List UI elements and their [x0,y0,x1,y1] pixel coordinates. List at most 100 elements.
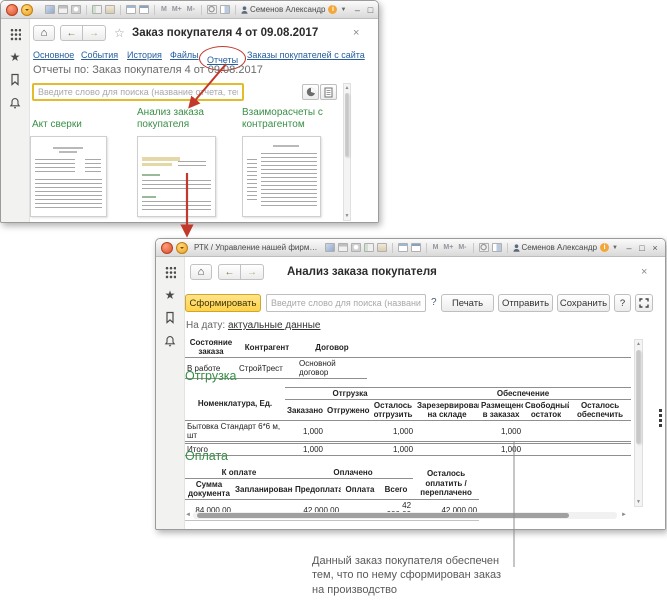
history-icon[interactable] [164,311,176,324]
tab-events[interactable]: События [81,50,118,60]
info-icon[interactable]: i [328,5,337,14]
calendar-icon[interactable] [411,243,421,252]
notifications-icon[interactable] [164,335,176,347]
generate-button[interactable]: Сформировать [185,294,261,312]
panels-icon[interactable] [220,5,230,14]
memory-add-button[interactable]: M+ [171,6,183,13]
list-view-button[interactable] [320,84,337,100]
report-search-input[interactable] [266,294,426,312]
menu-grid-icon[interactable] [165,266,176,279]
shipped-header: Отгружено [325,400,371,421]
report-thumbnail-analysis[interactable] [137,136,216,217]
separator [154,5,155,15]
user-name: Семенов Александр [250,5,326,14]
memory-add-button[interactable]: M+ [442,244,454,251]
memory-store-button[interactable]: M [160,6,168,13]
forward-button[interactable]: → [241,264,264,280]
print-preview-icon[interactable] [351,243,361,252]
reserved-header: Зарезервировано на складе [415,400,479,421]
minimize-button[interactable]: – [624,243,634,253]
app-menu-arrow-button[interactable] [176,242,188,254]
scroll-up-icon[interactable]: ▲ [344,85,350,91]
chart-view-button[interactable] [302,84,319,100]
ordered-header: Заказано [285,400,325,421]
on-date-link[interactable]: актуальные данные [228,320,320,331]
back-button[interactable]: ← [60,25,83,41]
zoom-icon[interactable] [207,5,217,14]
print-icon[interactable] [58,5,68,14]
print-preview-icon[interactable] [71,5,81,14]
hscrollbar-thumb[interactable] [197,513,569,518]
panel-splitter-handle[interactable] [659,409,662,427]
home-button[interactable]: ⌂ [33,25,55,41]
save-icon[interactable] [45,5,55,14]
history-nav: ← → [60,25,106,41]
tree-icon[interactable] [92,5,102,14]
save-icon[interactable] [325,243,335,252]
maximize-button[interactable]: □ [365,5,375,15]
window2-scrollbar[interactable]: ▲ ▼ [634,339,643,507]
reserved-total [415,443,479,456]
home-button[interactable]: ⌂ [190,264,212,280]
help-button[interactable]: ? [614,294,631,312]
scroll-down-icon[interactable]: ▼ [635,499,642,505]
report-link-settlements[interactable]: Взаиморасчеты с контрагентом [242,103,338,130]
close-button[interactable]: × [650,243,660,253]
info-icon[interactable]: i [600,243,609,252]
app-menu-button[interactable] [6,4,18,16]
back-button[interactable]: ← [218,264,241,280]
form-close-icon[interactable]: × [353,27,359,39]
menu-grid-icon[interactable] [10,28,21,41]
memory-subtract-button[interactable]: M- [457,244,467,251]
hscroll-right-icon[interactable]: ► [621,512,627,518]
app-menu-arrow-button[interactable] [21,4,33,16]
table-icon[interactable] [398,243,408,252]
chevron-down-icon[interactable]: ▼ [340,7,346,13]
table-icon[interactable] [126,5,136,14]
history-icon[interactable] [9,73,21,86]
report-link-act[interactable]: Акт сверки [32,103,124,130]
report-thumbnail-settlements[interactable] [242,136,321,217]
hscroll-left-icon[interactable]: ◄ [185,512,191,518]
maximize-button[interactable]: □ [637,243,647,253]
print-icon[interactable] [338,243,348,252]
calendar-icon[interactable] [139,5,149,14]
memory-subtract-button[interactable]: M- [186,6,196,13]
form-close-icon[interactable]: × [641,266,647,278]
notifications-icon[interactable] [9,97,21,109]
search-help-link[interactable]: ? [431,297,437,308]
tab-files[interactable]: Файлы [170,50,199,60]
send-button[interactable]: Отправить [498,294,553,312]
scrollbar-thumb[interactable] [345,93,349,157]
document-icon [324,87,333,98]
free-total [523,443,569,456]
search-input[interactable] [32,83,244,101]
tab-history[interactable]: История [127,50,162,60]
tab-main[interactable]: Основное [33,50,74,60]
mail-icon[interactable] [377,243,387,252]
report-link-analysis[interactable]: Анализ заказа покупателя [137,103,229,130]
mail-icon[interactable] [105,5,115,14]
favorites-icon[interactable]: ★ [10,52,21,62]
favorite-toggle-icon[interactable]: ☆ [114,26,125,40]
memory-store-button[interactable]: M [432,244,440,251]
tab-site-orders[interactable]: Заказы покупателей с сайта [247,50,365,60]
save-report-button[interactable]: Сохранить [557,294,610,312]
panels-icon[interactable] [492,243,502,252]
forward-button[interactable]: → [83,25,106,41]
print-button[interactable]: Печать [441,294,494,312]
scrollbar-thumb[interactable] [636,350,641,444]
scroll-up-icon[interactable]: ▲ [635,341,642,347]
report-thumbnail-act[interactable] [30,136,107,217]
zoom-icon[interactable] [479,243,489,252]
annotation-note: Данный заказ покупателя обеспечен тем, ч… [312,554,512,597]
favorites-icon[interactable]: ★ [165,290,176,300]
fullscreen-button[interactable] [635,294,653,312]
horizontal-scrollbar[interactable] [193,512,617,519]
window1-scrollbar[interactable]: ▲ ▼ [343,83,351,221]
tree-icon[interactable] [364,243,374,252]
scroll-down-icon[interactable]: ▼ [344,213,350,219]
app-menu-button[interactable] [161,242,173,254]
minimize-button[interactable]: – [352,5,362,15]
chevron-down-icon[interactable]: ▼ [612,245,618,251]
